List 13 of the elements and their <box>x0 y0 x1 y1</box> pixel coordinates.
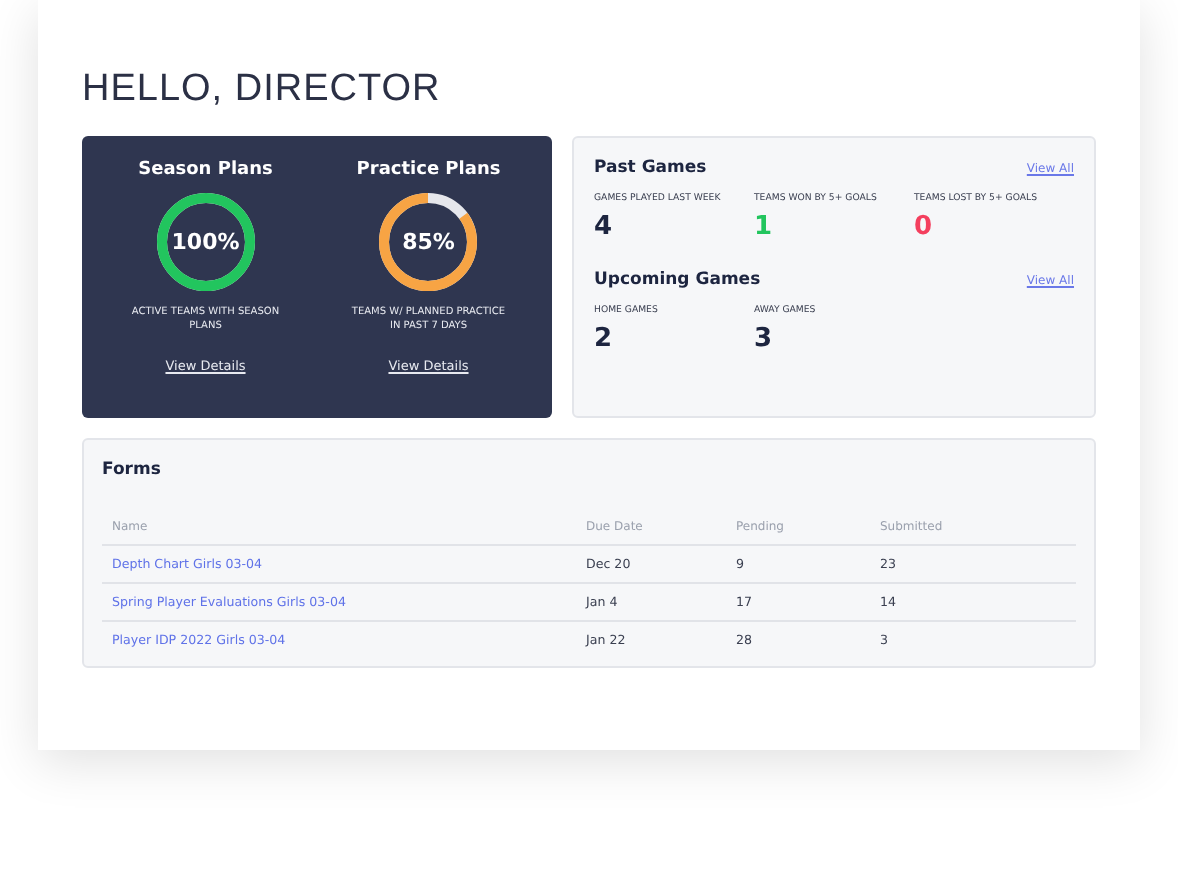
stat-value: 0 <box>914 212 935 242</box>
section-title: Past Games <box>594 158 707 178</box>
stat-value: 1 <box>754 212 775 242</box>
page-title: HELLO, DIRECTOR <box>82 68 443 112</box>
section-title: Forms <box>102 460 163 480</box>
stat-value: 3 <box>754 324 775 354</box>
percent-value: 100% <box>171 231 240 253</box>
percent-value: 85% <box>402 231 455 253</box>
plan-title: Season Plans <box>138 160 273 180</box>
stat-value: 2 <box>594 324 615 354</box>
stat-value: 4 <box>594 212 615 242</box>
plan-title: Practice Plans <box>356 160 501 180</box>
section-title: Upcoming Games <box>594 270 761 290</box>
